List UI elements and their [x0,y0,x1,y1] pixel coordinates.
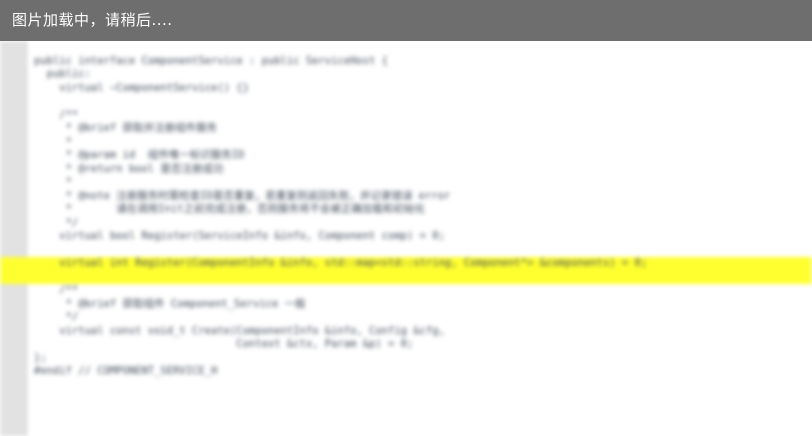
code-line-highlighted[interactable] [0,270,812,284]
code-text: * @note 注册服务时需检查ID是否重复，若重复则返回失败，并记录错误 er… [34,189,451,202]
code-text: Context &ctx, Param &p) = 0; [34,338,414,350]
code-text: virtual const void_t Create(ComponentInf… [34,324,445,337]
code-text: }; [34,351,47,364]
code-lines: public interface ComponentService : publ… [0,41,812,433]
code-line[interactable]: * @brief 获取组件 Component_Service 一般 [0,298,812,312]
code-text: * [34,135,72,148]
code-line[interactable]: * 请在调用Init之前完成注册，否则服务将不会被正确加载和初始化 [0,203,812,217]
code-line[interactable] [0,406,812,420]
code-text: * @brief 获取并注册组件服务 [34,122,218,134]
code-text: #endif // COMPONENT_SERVICE_H [34,365,218,377]
code-text: */ [34,311,79,323]
code-line[interactable]: * [0,136,812,150]
code-line-highlighted[interactable]: virtual int Register(ComponentInfo &info… [0,257,812,271]
code-text: /** [34,284,79,296]
code-line[interactable]: }; [0,352,812,366]
code-line[interactable]: virtual ~ComponentService() {} [0,82,812,96]
image-loading-banner: 图片加载中，请稍后.... [0,0,812,41]
code-text: virtual int Register(ComponentInfo &info… [34,257,648,269]
code-line[interactable] [0,419,812,433]
code-line[interactable]: #endif // COMPONENT_SERVICE_H [0,365,812,379]
code-text: public interface ComponentService : publ… [34,54,389,67]
code-line[interactable]: * @note 注册服务时需检查ID是否重复，若重复则返回失败，并记录错误 er… [0,190,812,204]
code-line[interactable]: */ [0,311,812,325]
code-line[interactable] [0,392,812,406]
code-text: virtual ~ComponentService() {} [34,81,249,94]
code-text: virtual bool Register(ServiceInfo &info,… [34,230,445,242]
code-text: * [34,176,72,188]
code-line[interactable] [0,244,812,258]
code-text: /** [34,108,79,121]
code-line[interactable]: * @brief 获取并注册组件服务 [0,122,812,136]
code-line[interactable]: virtual bool Register(ServiceInfo &info,… [0,230,812,244]
code-line[interactable]: /** [0,284,812,298]
code-line[interactable]: public: [0,68,812,82]
code-line[interactable]: public interface ComponentService : publ… [0,55,812,69]
code-text: * @brief 获取组件 Component_Service 一般 [34,297,306,310]
code-line[interactable] [0,379,812,393]
code-text: * @return bool 是否注册成功 [34,162,224,175]
code-line[interactable]: * [0,176,812,190]
code-text: public: [34,68,91,80]
code-line[interactable]: * @param id 组件唯一标识服务ID [0,149,812,163]
code-line[interactable] [0,95,812,109]
code-line[interactable] [0,41,812,55]
code-text: */ [34,216,79,229]
code-editor[interactable]: public interface ComponentService : publ… [0,41,812,436]
code-line[interactable]: Context &ctx, Param &p) = 0; [0,338,812,352]
loading-text: 图片加载中，请稍后.... [12,11,173,29]
code-text: * @param id 组件唯一标识服务ID [34,149,245,161]
code-line[interactable]: */ [0,217,812,231]
code-text: * 请在调用Init之前完成注册，否则服务将不会被正确加载和初始化 [34,203,425,215]
code-line[interactable]: /** [0,109,812,123]
code-line[interactable]: virtual const void_t Create(ComponentInf… [0,325,812,339]
code-line[interactable]: * @return bool 是否注册成功 [0,163,812,177]
